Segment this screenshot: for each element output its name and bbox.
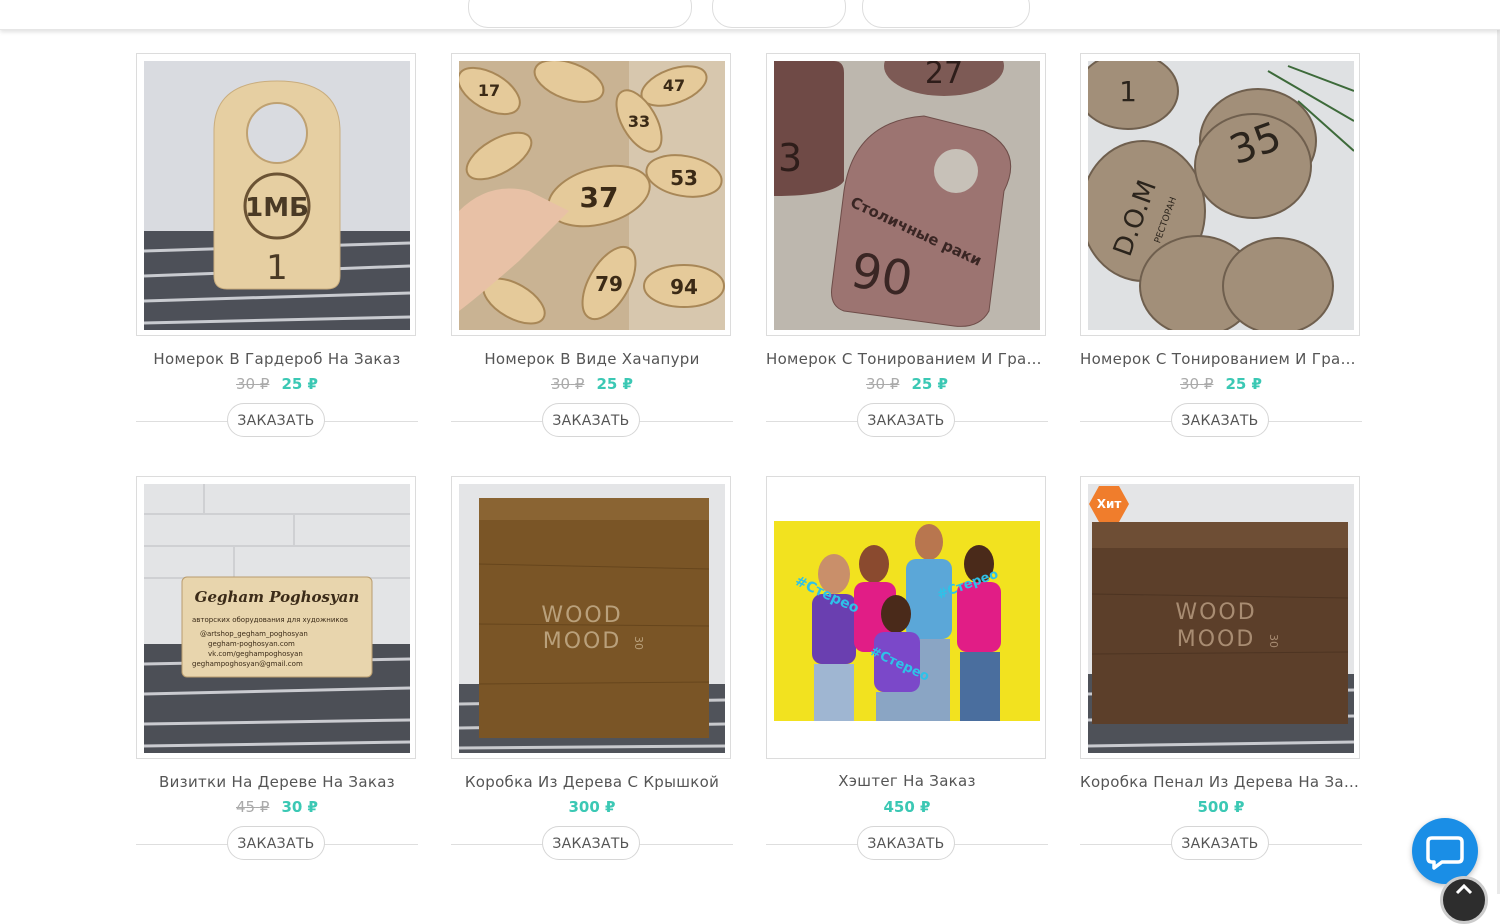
current-price: 25 ₽ bbox=[281, 375, 318, 393]
leaf-number: 17 bbox=[478, 81, 500, 100]
product-image-frame[interactable]: 37 53 79 94 33 47 17 bbox=[451, 53, 731, 336]
product-image: 1МБ 1 bbox=[144, 61, 410, 330]
product-title[interactable]: Коробка Пенал Из Дерева На Заказ bbox=[1080, 773, 1362, 791]
product-image-frame[interactable]: WOOD MOOD 30 bbox=[451, 476, 731, 759]
product-image: #Стерео #Стерео #Стерео bbox=[774, 484, 1040, 753]
leaf-number: 37 bbox=[580, 181, 619, 214]
product-image: WOOD MOOD 30 bbox=[1088, 484, 1354, 753]
product-prices: 300 ₽ bbox=[451, 798, 733, 816]
current-price: 500 ₽ bbox=[1197, 798, 1245, 816]
old-price: 30 ₽ bbox=[236, 375, 270, 393]
current-price: 25 ₽ bbox=[1225, 375, 1262, 393]
box-side: 30 bbox=[632, 636, 645, 650]
product-title[interactable]: Номерок С Тонированием И Грави... bbox=[766, 350, 1048, 368]
product-prices: 30 ₽ 25 ₽ bbox=[451, 375, 733, 393]
card-name: Gegham Poghosyan bbox=[195, 588, 360, 606]
order-button[interactable]: ЗАКАЗАТЬ bbox=[542, 403, 640, 437]
current-price: 25 ₽ bbox=[596, 375, 633, 393]
product-title[interactable]: Номерок С Тонированием И Грави... bbox=[1080, 350, 1362, 368]
product-title[interactable]: Хэштег На Заказ bbox=[766, 772, 1048, 790]
product-image: 35 D.O.M РЕСТОРАН 1 bbox=[1088, 61, 1354, 330]
leaf-number: 94 bbox=[670, 275, 698, 299]
current-price: 300 ₽ bbox=[568, 798, 616, 816]
nav-button[interactable] bbox=[712, 0, 846, 28]
top-navigation-bar bbox=[0, 0, 1500, 30]
order-button[interactable]: ЗАКАЗАТЬ bbox=[1171, 403, 1269, 437]
product-image-frame[interactable]: 35 D.O.M РЕСТОРАН 1 bbox=[1080, 53, 1360, 336]
product-image: WOOD MOOD 30 bbox=[459, 484, 725, 753]
order-button[interactable]: ЗАКАЗАТЬ bbox=[227, 403, 325, 437]
product-image-frame[interactable]: 3 27 Столичные раки 90 bbox=[766, 53, 1046, 336]
chat-widget-button[interactable] bbox=[1412, 818, 1478, 884]
product-image-frame[interactable]: Gegham Poghosyan авторских оборудования … bbox=[136, 476, 416, 759]
tag-logo-text: 1МБ bbox=[245, 193, 309, 223]
order-button[interactable]: ЗАКАЗАТЬ bbox=[542, 826, 640, 860]
product-prices: 30 ₽ 25 ₽ bbox=[766, 375, 1048, 393]
old-price: 30 ₽ bbox=[866, 375, 900, 393]
old-price: 30 ₽ bbox=[551, 375, 585, 393]
order-button[interactable]: ЗАКАЗАТЬ bbox=[227, 826, 325, 860]
card-line: vk.com/geghampoghosyan bbox=[208, 650, 303, 658]
leaf-number: 53 bbox=[670, 166, 698, 190]
chevron-up-icon bbox=[1455, 883, 1473, 895]
product-prices: 450 ₽ bbox=[766, 798, 1048, 816]
order-button[interactable]: ЗАКАЗАТЬ bbox=[857, 403, 955, 437]
card-line: @artshop_gegham_poghosyan bbox=[200, 630, 308, 638]
product-image-frame[interactable]: 1МБ 1 bbox=[136, 53, 416, 336]
product-image-frame[interactable]: WOOD MOOD 30 Хит bbox=[1080, 476, 1360, 759]
tag-number-text: 90 bbox=[847, 242, 917, 308]
card-line: gegham-poghosyan.com bbox=[208, 640, 295, 648]
box-brand-bottom: MOOD bbox=[543, 629, 622, 654]
card-line: geghampoghosyan@gmail.com bbox=[192, 660, 303, 668]
old-price: 30 ₽ bbox=[1180, 375, 1214, 393]
current-price: 450 ₽ bbox=[883, 798, 931, 816]
leaf-number: 79 bbox=[595, 272, 623, 296]
product-image-frame[interactable]: #Стерео #Стерео #Стерео bbox=[766, 476, 1046, 759]
product-prices: 30 ₽ 25 ₽ bbox=[136, 375, 418, 393]
product-prices: 500 ₽ bbox=[1080, 798, 1362, 816]
tag-number-text: 1 bbox=[266, 248, 288, 288]
scroll-to-top-button[interactable] bbox=[1440, 876, 1488, 924]
svg-text:3: 3 bbox=[778, 136, 802, 180]
leaf-number: 33 bbox=[628, 112, 650, 131]
current-price: 30 ₽ bbox=[281, 798, 318, 816]
order-button[interactable]: ЗАКАЗАТЬ bbox=[857, 826, 955, 860]
nav-button[interactable] bbox=[862, 0, 1030, 28]
leaf-number: 47 bbox=[663, 76, 685, 95]
order-button[interactable]: ЗАКАЗАТЬ bbox=[1171, 826, 1269, 860]
box-brand-top: WOOD bbox=[541, 603, 622, 628]
card-line: авторских оборудования для художников bbox=[192, 616, 348, 624]
old-price: 45 ₽ bbox=[236, 798, 270, 816]
product-prices: 45 ₽ 30 ₽ bbox=[136, 798, 418, 816]
product-prices: 30 ₽ 25 ₽ bbox=[1080, 375, 1362, 393]
top-number: 27 bbox=[925, 61, 963, 91]
product-image: 3 27 Столичные раки 90 bbox=[774, 61, 1040, 330]
product-title[interactable]: Номерок В Гардероб На Заказ bbox=[136, 350, 418, 368]
current-price: 25 ₽ bbox=[911, 375, 948, 393]
product-title[interactable]: Коробка Из Дерева С Крышкой bbox=[451, 773, 733, 791]
box-brand-top: WOOD bbox=[1175, 600, 1256, 625]
product-title[interactable]: Номерок В Виде Хачапури bbox=[451, 350, 733, 368]
product-image: 37 53 79 94 33 47 17 bbox=[459, 61, 725, 330]
chat-bubble-icon bbox=[1426, 836, 1464, 870]
product-title[interactable]: Визитки На Дереве На Заказ bbox=[136, 773, 418, 791]
svg-text:1: 1 bbox=[1119, 75, 1137, 108]
box-side: 30 bbox=[1267, 634, 1280, 648]
nav-button[interactable] bbox=[468, 0, 692, 28]
product-image: Gegham Poghosyan авторских оборудования … bbox=[144, 484, 410, 753]
box-brand-bottom: MOOD bbox=[1177, 627, 1256, 652]
